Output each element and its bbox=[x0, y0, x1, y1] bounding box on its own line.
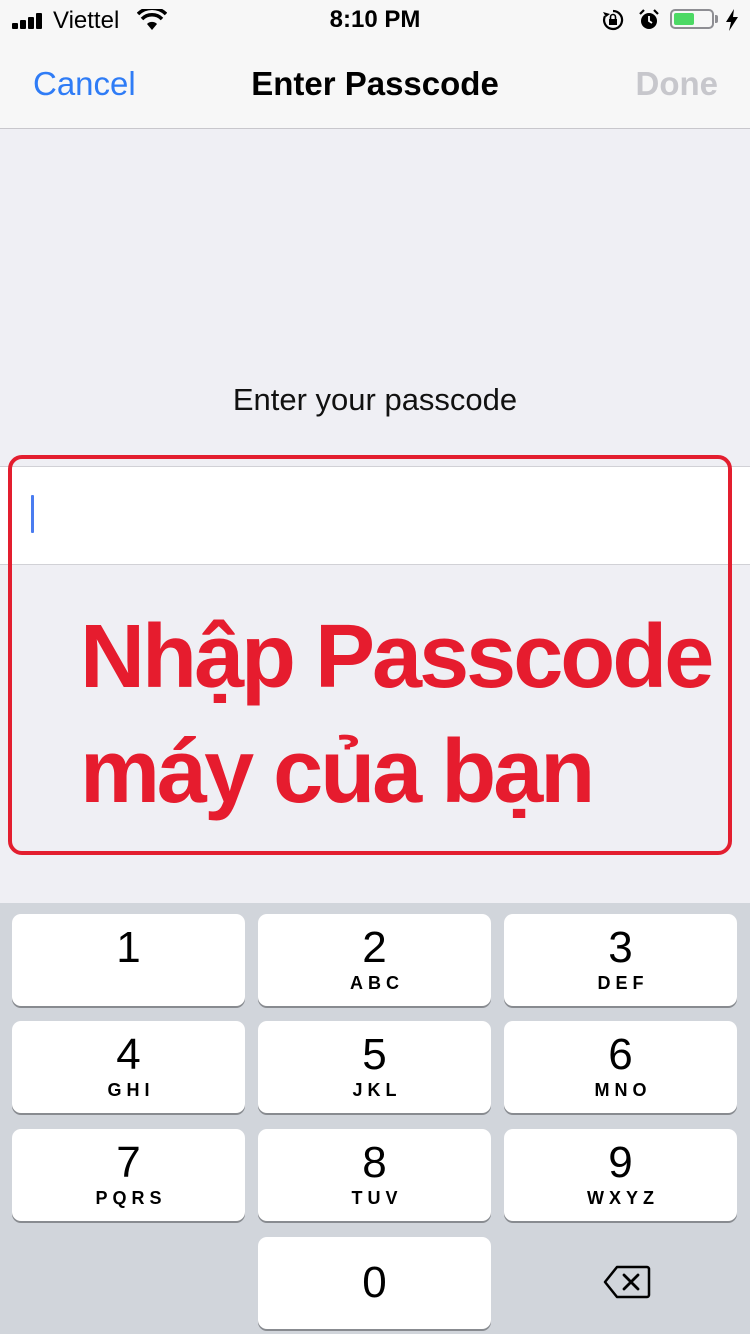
key-letters: DEF bbox=[597, 973, 649, 993]
key-digit: 7 bbox=[116, 1138, 141, 1187]
key-letters: GHI bbox=[107, 1080, 155, 1100]
key-letters: MNO bbox=[594, 1080, 652, 1100]
navigation-bar: Cancel Enter Passcode Done bbox=[0, 40, 750, 129]
key-digit: 8 bbox=[362, 1138, 387, 1187]
key-letters: TUV bbox=[351, 1188, 403, 1208]
key-digit: 5 bbox=[362, 1030, 387, 1079]
numeric-keypad: 1 2 ABC 3 DEF 4 GHI 5 JKL 6 MNO 7 PQRS 8… bbox=[0, 903, 750, 1334]
charging-bolt-icon bbox=[726, 9, 738, 31]
key-digit: 2 bbox=[362, 923, 387, 972]
key-letters: WXYZ bbox=[587, 1188, 659, 1208]
passcode-prompt: Enter your passcode bbox=[232, 382, 518, 417]
key-digit: 3 bbox=[608, 923, 633, 972]
battery-icon bbox=[670, 9, 714, 29]
key-1[interactable]: 1 bbox=[12, 914, 245, 1006]
key-0[interactable]: 0 bbox=[258, 1237, 491, 1329]
key-digit: 6 bbox=[608, 1030, 633, 1079]
status-bar: Viettel 8:10 PM bbox=[0, 0, 750, 40]
key-letters: ABC bbox=[350, 973, 404, 993]
key-9[interactable]: 9 WXYZ bbox=[504, 1129, 737, 1221]
delete-button[interactable] bbox=[504, 1237, 737, 1329]
alarm-icon bbox=[639, 9, 659, 29]
key-7[interactable]: 7 PQRS bbox=[12, 1129, 245, 1221]
key-8[interactable]: 8 TUV bbox=[258, 1129, 491, 1221]
annotation-text: Nhập Passcode máy của bạn bbox=[80, 600, 720, 830]
key-digit: 9 bbox=[608, 1138, 633, 1187]
annotation-line-2: máy của bạn bbox=[80, 722, 595, 822]
rotation-lock-icon bbox=[602, 9, 624, 31]
backspace-icon bbox=[603, 1265, 651, 1299]
annotation-line-1: Nhập Passcode bbox=[80, 607, 714, 707]
key-6[interactable]: 6 MNO bbox=[504, 1021, 737, 1113]
battery-fill bbox=[674, 13, 694, 25]
key-4[interactable]: 4 GHI bbox=[12, 1021, 245, 1113]
key-letters: JKL bbox=[352, 1080, 402, 1100]
battery-cap bbox=[715, 15, 718, 23]
key-2[interactable]: 2 ABC bbox=[258, 914, 491, 1006]
key-3[interactable]: 3 DEF bbox=[504, 914, 737, 1006]
key-digit: 0 bbox=[362, 1258, 387, 1307]
key-letters: PQRS bbox=[95, 1188, 167, 1208]
key-5[interactable]: 5 JKL bbox=[258, 1021, 491, 1113]
key-digit: 1 bbox=[116, 923, 141, 972]
key-digit: 4 bbox=[116, 1030, 141, 1079]
done-button[interactable]: Done bbox=[636, 64, 719, 104]
